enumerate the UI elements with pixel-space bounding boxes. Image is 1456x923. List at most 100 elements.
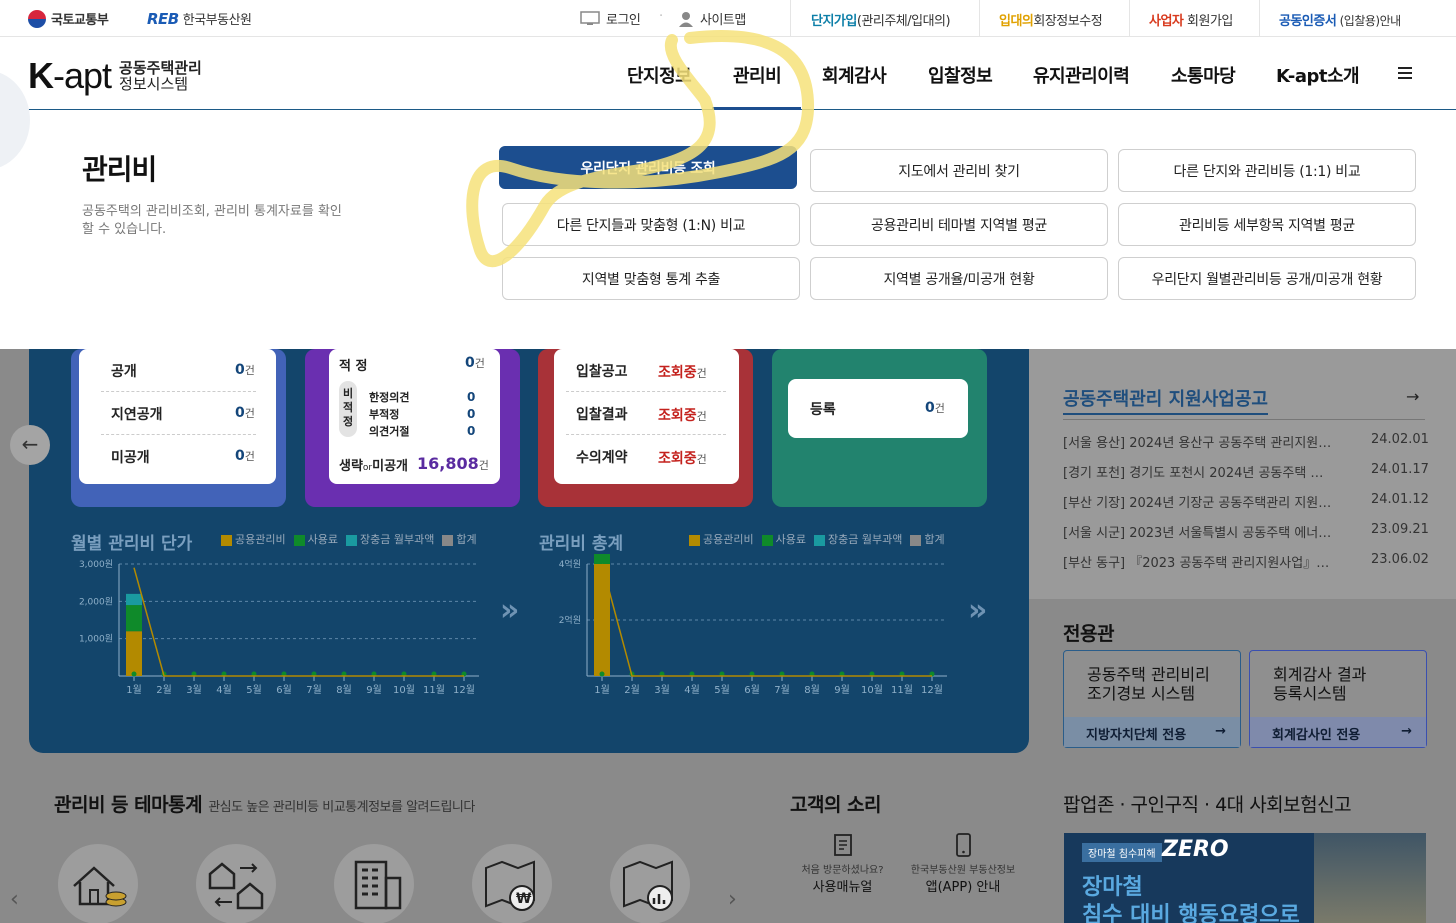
house-coin-icon[interactable] (58, 844, 138, 923)
region-stats-extract-button[interactable]: 지역별 맞춤형 통계 추출 (502, 257, 800, 300)
nav-bidding[interactable]: 입찰정보 (928, 62, 993, 88)
notice-item[interactable]: [서울 시군] 2023년 서울특별시 공동주택 에너… (1063, 522, 1333, 541)
monitor-icon (580, 11, 600, 25)
total-fee-title: 관리비 총계 (539, 534, 624, 554)
omitted-count[interactable]: 16,808건 (417, 454, 489, 473)
theme-prev-icon[interactable]: ‹ (10, 887, 19, 912)
manual-link[interactable]: 처음 방문하셨나요? 사용매뉴얼 (795, 833, 890, 895)
nav-audit[interactable]: 회계감사 (822, 62, 887, 88)
theme-region-average-button[interactable]: 공용관리비 테마별 지역별 평균 (810, 203, 1108, 246)
bar-1 (594, 554, 610, 564)
bar-2 (126, 593, 142, 606)
login-link[interactable]: 로그인 (580, 9, 641, 28)
x-tick-label: 8월 (804, 684, 820, 696)
join-link[interactable]: 단지가입(관리주체/입대의) (811, 10, 951, 29)
svg-text:₩: ₩ (516, 891, 532, 907)
audit-register-system-link[interactable]: 회계감사 결과 등록시스템 회계감사인 전용 → (1249, 650, 1427, 748)
early-warning-system-link[interactable]: 공동주택 관리비리 조기경보 시스템 지방자치단체 전용 → (1063, 650, 1241, 748)
separator-dot: · (659, 9, 663, 24)
total-line (133, 567, 464, 677)
chart1-next-icon[interactable]: » (500, 593, 519, 628)
reb-logo[interactable]: REB 한국부동산원 (147, 9, 252, 29)
notice-item[interactable]: [부산 동구] 『2023 공동주택 관리지원사업』 … (1063, 552, 1333, 571)
nav-maintenance-history[interactable]: 유지관리이력 (1033, 62, 1130, 88)
apartment-building-icon[interactable] (334, 844, 414, 923)
compare-1-n-button[interactable]: 다른 단지들과 맞춤형 (1:N) 비교 (502, 203, 800, 246)
bar-1 (126, 605, 142, 632)
x-tick-label: 4월 (216, 684, 232, 696)
biz-join-link[interactable]: 사업자 회원가입 (1149, 10, 1233, 29)
house-compare-icon[interactable] (196, 844, 276, 923)
molit-logo[interactable]: 국토교통부 (28, 9, 109, 28)
fee-submenu-panel: 관리비 공동주택의 관리비조회, 관리비 통계자료를 확인 할 수 있습니다. … (0, 70, 1456, 349)
y-tick-label: 4억원 (559, 558, 581, 570)
x-tick-label: 11월 (423, 684, 445, 696)
reb-mark: REB (147, 9, 179, 28)
rep-edit-link[interactable]: 입대의회장정보수정 (999, 10, 1103, 29)
nav-about[interactable]: K-apt소개 (1276, 62, 1360, 88)
bar-0 (594, 564, 610, 676)
x-tick-label: 2월 (624, 684, 640, 696)
divider (979, 0, 980, 37)
app-guide-link[interactable]: 한국부동산원 부동산정보 앱(APP) 안내 (902, 833, 1024, 895)
x-tick-label: 5월 (714, 684, 730, 696)
delayed-count[interactable]: 0건 (235, 405, 255, 421)
sitemap-link[interactable]: 사이트맵 (678, 9, 746, 28)
y-tick-label: 1,000원 (79, 634, 113, 645)
arrow-right-icon[interactable]: → (1406, 387, 1419, 406)
support-title[interactable]: 공동주택관리 지원사업공고 (1063, 385, 1268, 415)
notice-item[interactable]: [경기 포천] 경기도 포천시 2024년 공동주택 지… (1063, 462, 1333, 481)
nav-management-fee[interactable]: 관리비 (733, 62, 782, 88)
nav-complex-info[interactable]: 단지정보 (627, 62, 692, 88)
taeguk-icon (28, 9, 46, 28)
chart2-legend: 공용관리비 사용료 장충금 월부과액 합계 (689, 531, 945, 547)
flood-photo (1314, 833, 1426, 923)
x-tick-label: 10월 (861, 684, 883, 696)
popup-banner[interactable]: 장마철 침수피해 ZERO 장마철 침수 대비 행동요령으로 (1064, 833, 1426, 923)
detail-region-average-button[interactable]: 관리비등 세부항목 지역별 평균 (1118, 203, 1416, 246)
point (599, 671, 605, 677)
x-tick-label: 2월 (156, 684, 172, 696)
x-tick-label: 1월 (594, 684, 610, 696)
submenu-description: 공동주택의 관리비조회, 관리비 통계자료를 확인 할 수 있습니다. (82, 204, 342, 237)
monthly-disclosure-status-button[interactable]: 우리단지 월별관리비등 공개/미공개 현황 (1118, 257, 1416, 300)
audit-card: 적 정 0건 비적정 한정의견 부적정 의견거절 0 0 0 생략or미공개 1… (305, 349, 520, 507)
x-tick-label: 6월 (744, 684, 760, 696)
divider (1259, 0, 1260, 37)
x-tick-label: 8월 (336, 684, 352, 696)
notice-item[interactable]: [서울 용산] 2024년 용산구 공동주택 관리지원 … (1063, 432, 1333, 451)
document-icon (833, 834, 852, 856)
exclusive-title: 전용관 (1063, 623, 1114, 645)
x-tick-label: 9월 (834, 684, 850, 696)
kapt-logo[interactable]: K-apt 공동주택관리 정보시스템 (28, 55, 202, 97)
compare-1-1-button[interactable]: 다른 단지와 관리비등 (1:1) 비교 (1118, 149, 1416, 192)
user-icon (679, 11, 693, 27)
y-tick-label: 2억원 (559, 614, 581, 626)
region-disclosure-rate-button[interactable]: 지역별 공개율/미공개 현황 (810, 257, 1108, 300)
map-fee-button[interactable]: 지도에서 관리비 찾기 (810, 149, 1108, 192)
map-chart-icon[interactable] (610, 844, 690, 923)
our-complex-fee-button[interactable]: 우리단지 관리비등 조회 (499, 146, 797, 189)
nav-community[interactable]: 소통마당 (1171, 62, 1236, 88)
notice-item[interactable]: [부산 기장] 2024년 기장군 공동주택관리 지원… (1063, 492, 1333, 511)
x-tick-label: 4월 (684, 684, 700, 696)
arrow-right-icon: → (1215, 724, 1226, 739)
x-tick-label: 10월 (393, 684, 415, 696)
hamburger-icon[interactable] (1398, 67, 1412, 81)
theme-stats-title: 관리비 등 테마통계 관심도 높은 관리비등 비교통계정보를 알려드립니다 (54, 794, 475, 816)
cert-guide-link[interactable]: 공동인증서 (입찰용)안내 (1279, 10, 1401, 29)
theme-next-icon[interactable]: › (728, 887, 737, 912)
x-tick-label: 1월 (126, 684, 142, 696)
submenu-title: 관리비 (82, 153, 157, 186)
main-navigation: K-apt 공동주택관리 정보시스템 단지정보 관리비 회계감사 입찰정보 유지관… (0, 37, 1456, 110)
x-tick-label: 12월 (453, 684, 475, 696)
map-won-icon[interactable]: ₩ (472, 844, 552, 923)
y-tick-label: 3,000원 (79, 559, 113, 570)
chart2-next-icon[interactable]: » (968, 593, 987, 628)
prev-slide-icon[interactable]: ← (10, 425, 50, 465)
monthly-unit-price-chart: 3,000원 2,000원 1,000원 1월 2월 3월 4월 5월 6월 7월 8월 9월 10월 1… (79, 559, 479, 696)
y-tick-label: 2,000원 (79, 596, 113, 607)
undisclosed-count[interactable]: 0건 (235, 448, 255, 464)
popupzone-title[interactable]: 팝업존 · 구인구직 · 4대 사회보험신고 (1063, 790, 1352, 817)
disclosed-count[interactable]: 0건 (235, 362, 255, 378)
